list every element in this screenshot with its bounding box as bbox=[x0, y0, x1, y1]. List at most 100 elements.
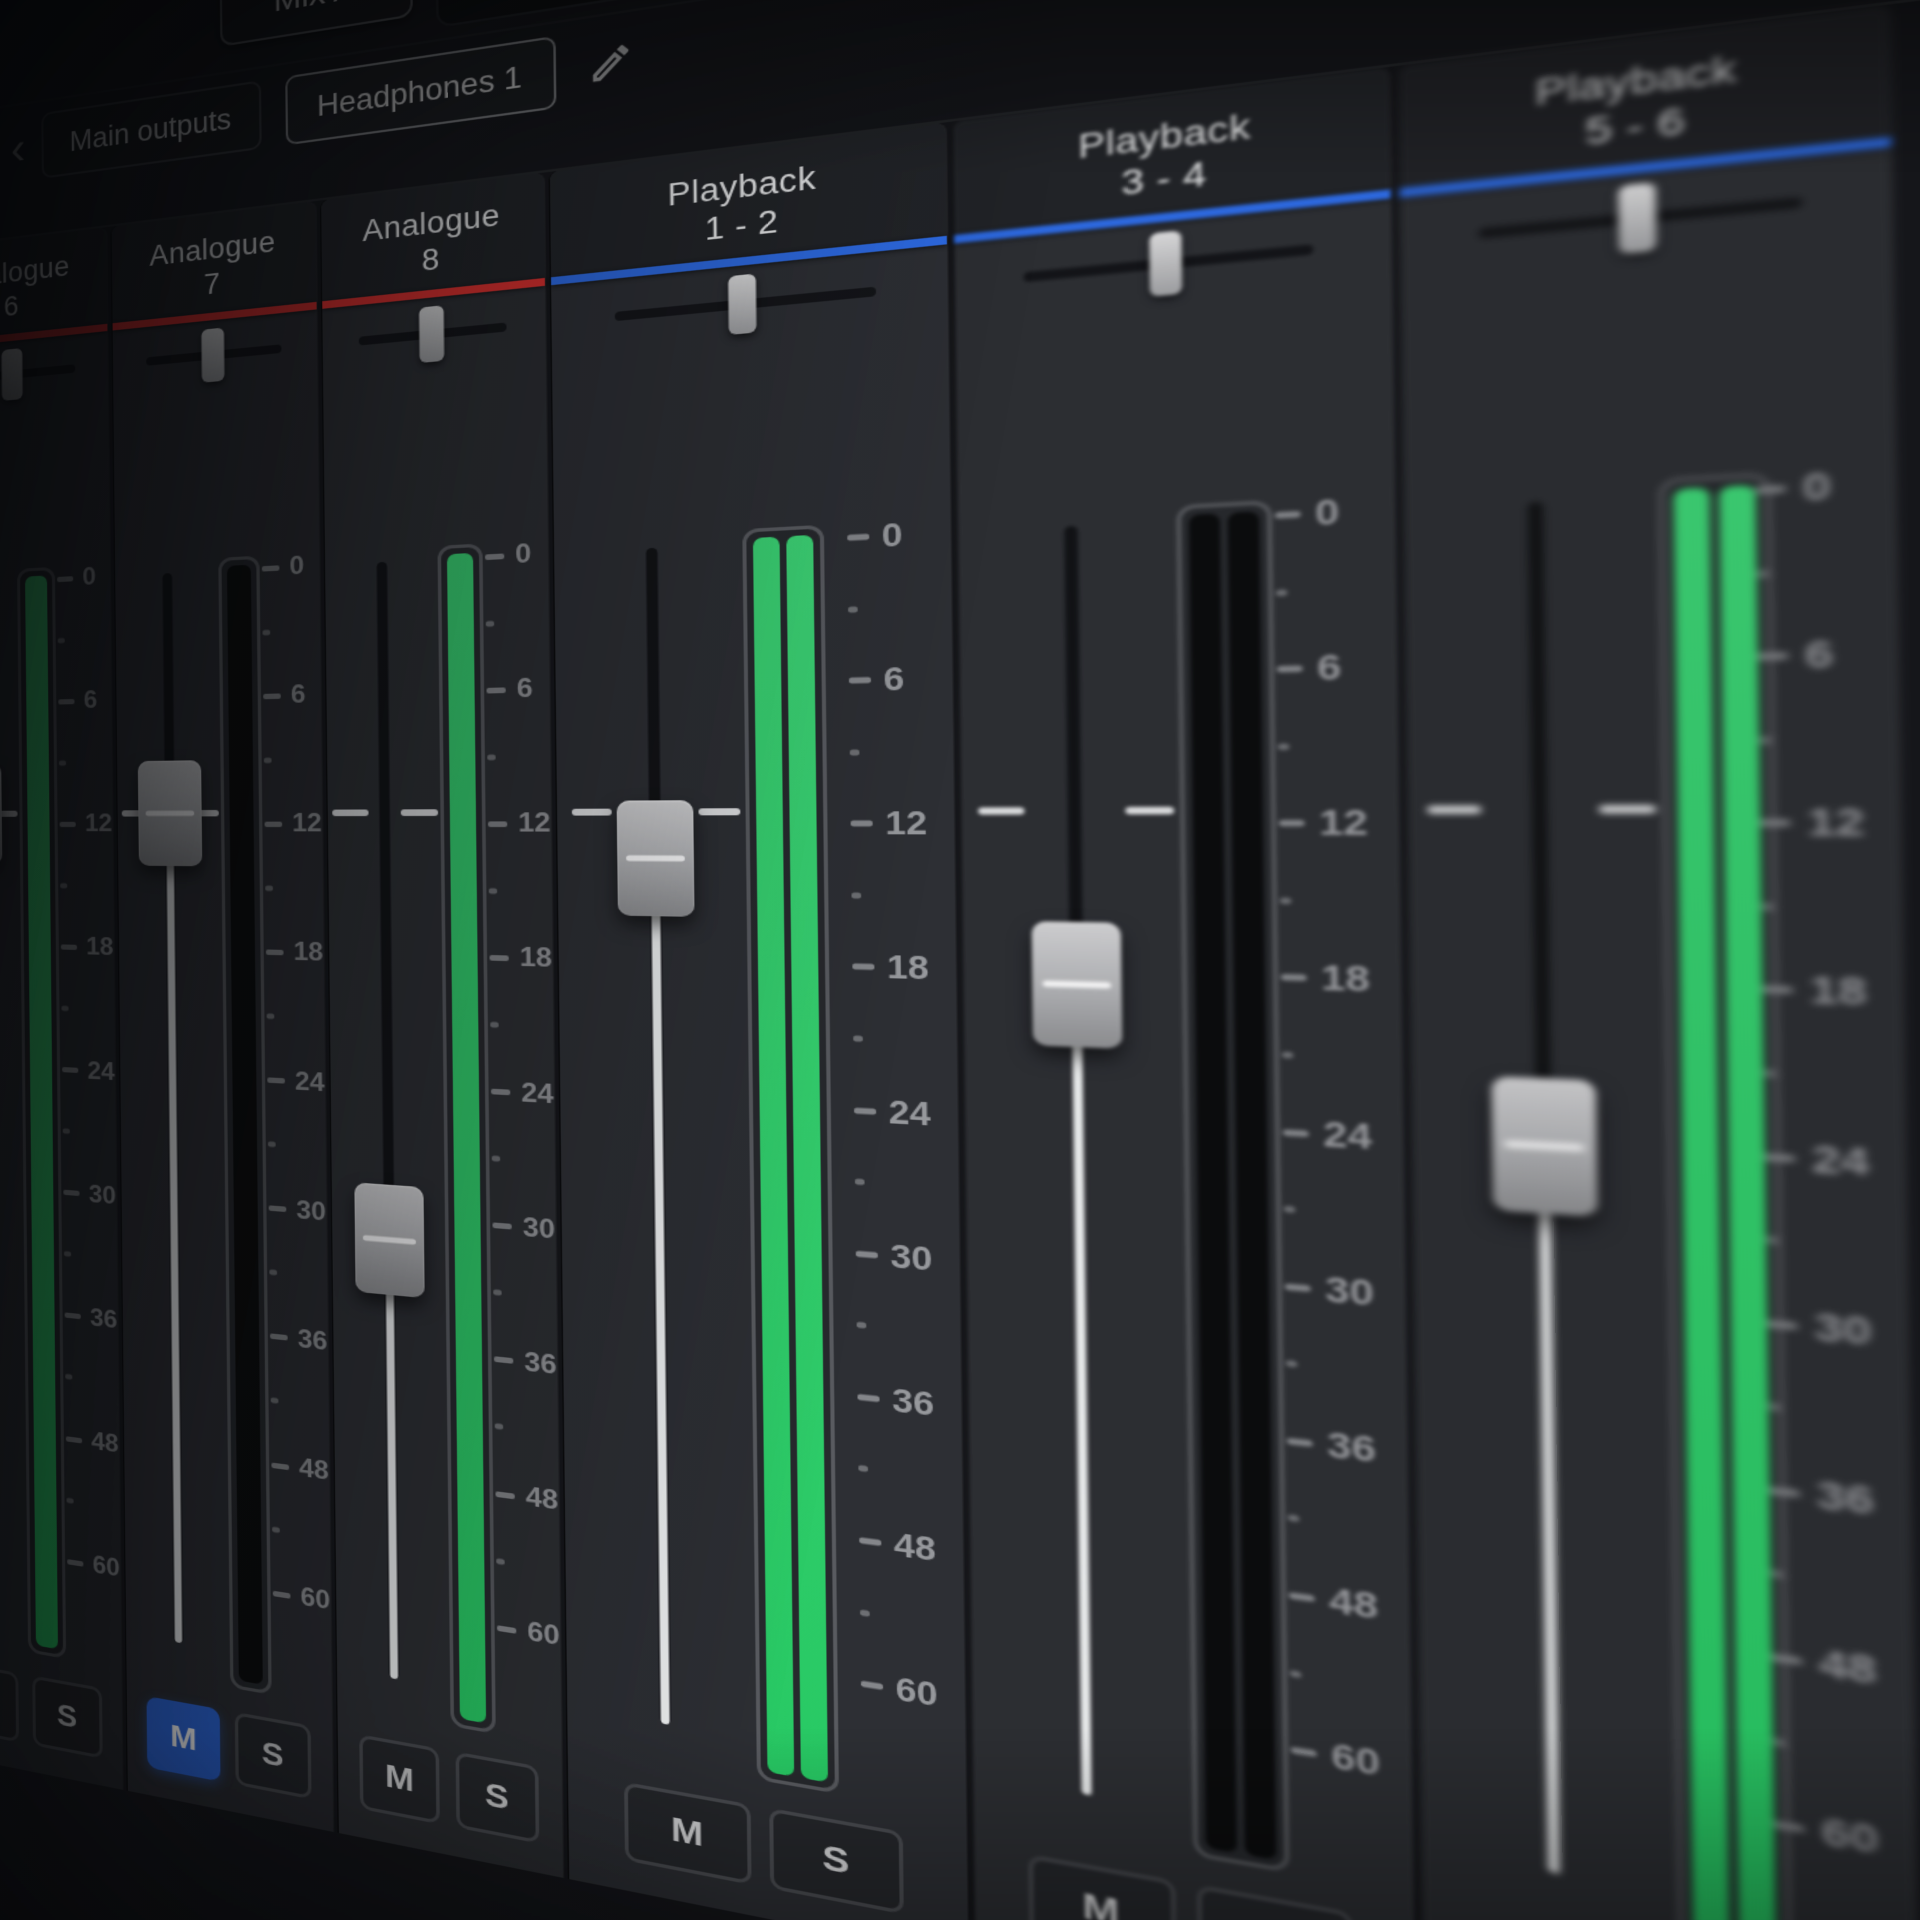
meter-bar bbox=[25, 575, 58, 1649]
scale-label: 12 bbox=[1319, 803, 1368, 844]
tab-mix-a[interactable]: Mix A bbox=[220, 0, 413, 47]
fader-handle-line bbox=[1043, 981, 1111, 989]
scale-tick: 60 bbox=[1291, 1730, 1381, 1784]
meter-bar bbox=[786, 535, 828, 1783]
unity-gain-mark bbox=[332, 810, 368, 817]
scale-tick: 18 bbox=[489, 942, 552, 975]
fader-handle[interactable] bbox=[1032, 922, 1123, 1049]
db-scale: 0612182430364860 bbox=[57, 576, 119, 1632]
scale-label: 0 bbox=[1802, 465, 1831, 510]
solo-button[interactable]: S bbox=[769, 1808, 904, 1915]
scale-label: 36 bbox=[1816, 1473, 1874, 1523]
scale-label: 6 bbox=[83, 686, 97, 715]
channel-strip-playback-3-4: Playback3 - 4 bbox=[953, 67, 1416, 1920]
mute-button[interactable]: M bbox=[624, 1782, 751, 1885]
scale-minor-tick bbox=[1284, 1206, 1295, 1213]
fader-handle[interactable] bbox=[617, 800, 695, 917]
fader-zone bbox=[980, 521, 1180, 1810]
scale-tick: 60 bbox=[1774, 1803, 1879, 1863]
scale-label: 6 bbox=[1317, 648, 1342, 689]
scale-label: 48 bbox=[1819, 1642, 1877, 1693]
scale-minor-tick bbox=[495, 1424, 503, 1431]
scale-minor-tick bbox=[269, 1270, 277, 1276]
mute-button[interactable]: M bbox=[1028, 1854, 1176, 1920]
channel-strip-area: Analogue6 bbox=[0, 4, 1920, 1920]
scale-label: 60 bbox=[1331, 1736, 1381, 1784]
meter-fill bbox=[25, 575, 58, 1649]
scale-minor-tick bbox=[262, 629, 270, 635]
channel-name: Playback5 - 6 bbox=[1535, 47, 1738, 160]
channel-body: 0612182430364860 bbox=[323, 361, 561, 1741]
scale-label: 24 bbox=[888, 1093, 931, 1133]
fader-handle[interactable] bbox=[138, 761, 202, 867]
scale-minor-tick bbox=[267, 1013, 275, 1019]
scale-label: 12 bbox=[1807, 801, 1865, 845]
scale-label: 60 bbox=[300, 1582, 330, 1617]
fader-handle[interactable] bbox=[354, 1182, 424, 1298]
solo-button[interactable]: S bbox=[235, 1712, 311, 1799]
scale-label: 0 bbox=[82, 563, 96, 593]
scale-tick: 48 bbox=[859, 1522, 936, 1569]
pan-handle[interactable] bbox=[728, 273, 756, 334]
meter-fill bbox=[786, 535, 828, 1783]
scale-tick: 6 bbox=[1758, 633, 1834, 679]
scale-tick: 36 bbox=[494, 1344, 557, 1382]
scale-tick: 0 bbox=[847, 516, 903, 556]
scale-tick: 36 bbox=[1769, 1469, 1874, 1524]
scale-minor-tick bbox=[60, 883, 67, 888]
scale-minor-tick bbox=[857, 1322, 867, 1329]
scale-tick: 0 bbox=[1275, 492, 1340, 536]
scale-minor-tick bbox=[853, 1035, 863, 1041]
scale-tick: 24 bbox=[62, 1055, 115, 1087]
scale-tick: 36 bbox=[64, 1301, 117, 1335]
fader-handle[interactable] bbox=[1492, 1076, 1598, 1217]
scale-minor-tick bbox=[1280, 897, 1291, 904]
channel-name: Analogue6 bbox=[0, 249, 70, 329]
scale-label: 12 bbox=[85, 810, 113, 839]
scale-label: 36 bbox=[90, 1303, 118, 1335]
scale-tick: 60 bbox=[67, 1547, 120, 1584]
unity-gain-mark bbox=[698, 809, 740, 816]
scale-tick: 24 bbox=[1283, 1112, 1373, 1157]
scale-minor-tick bbox=[58, 637, 65, 642]
fader-zone bbox=[123, 571, 223, 1650]
solo-button[interactable]: S bbox=[456, 1752, 539, 1844]
pan-handle[interactable] bbox=[1148, 230, 1181, 296]
pan-handle[interactable] bbox=[419, 305, 444, 363]
scale-label: 6 bbox=[291, 680, 306, 711]
scale-minor-tick bbox=[59, 760, 66, 765]
meter-fill bbox=[239, 1681, 263, 1685]
scale-tick: 48 bbox=[1289, 1575, 1379, 1627]
level-meter bbox=[1176, 500, 1289, 1873]
scale-tick: 18 bbox=[1281, 958, 1370, 1001]
scale-label: 18 bbox=[1321, 959, 1370, 1001]
meter-bar bbox=[227, 565, 263, 1685]
chevron-left-icon[interactable]: ‹ bbox=[11, 126, 26, 173]
pan-handle[interactable] bbox=[201, 328, 224, 383]
scale-tick: 0 bbox=[57, 563, 96, 594]
scale-label: 60 bbox=[895, 1670, 938, 1714]
channel-name: Playback3 - 4 bbox=[1078, 106, 1252, 209]
unity-gain-mark bbox=[1427, 806, 1481, 814]
scale-minor-tick bbox=[1764, 1070, 1777, 1078]
mute-button[interactable]: M bbox=[360, 1734, 440, 1824]
mute-button[interactable]: M bbox=[147, 1696, 221, 1782]
scale-minor-tick bbox=[493, 1290, 501, 1296]
scale-tick: 30 bbox=[492, 1210, 555, 1246]
scale-label: 30 bbox=[1814, 1305, 1872, 1353]
scale-minor-tick bbox=[860, 1609, 870, 1616]
solo-button[interactable]: S bbox=[32, 1675, 102, 1758]
scale-label: 6 bbox=[516, 673, 533, 705]
pan-handle[interactable] bbox=[1, 348, 22, 401]
scale-label: 24 bbox=[295, 1066, 325, 1098]
solo-button[interactable]: S bbox=[1196, 1885, 1353, 1920]
scale-minor-tick bbox=[858, 1465, 868, 1472]
scale-tick: 6 bbox=[58, 686, 97, 716]
mute-button[interactable]: M bbox=[0, 1661, 19, 1743]
fader-zone bbox=[574, 544, 746, 1738]
scale-tick: 60 bbox=[497, 1612, 560, 1653]
pan-handle[interactable] bbox=[1617, 182, 1655, 254]
scale-tick: 60 bbox=[273, 1578, 331, 1617]
edit-mix-name-button[interactable] bbox=[583, 35, 639, 93]
scale-minor-tick bbox=[850, 749, 860, 755]
